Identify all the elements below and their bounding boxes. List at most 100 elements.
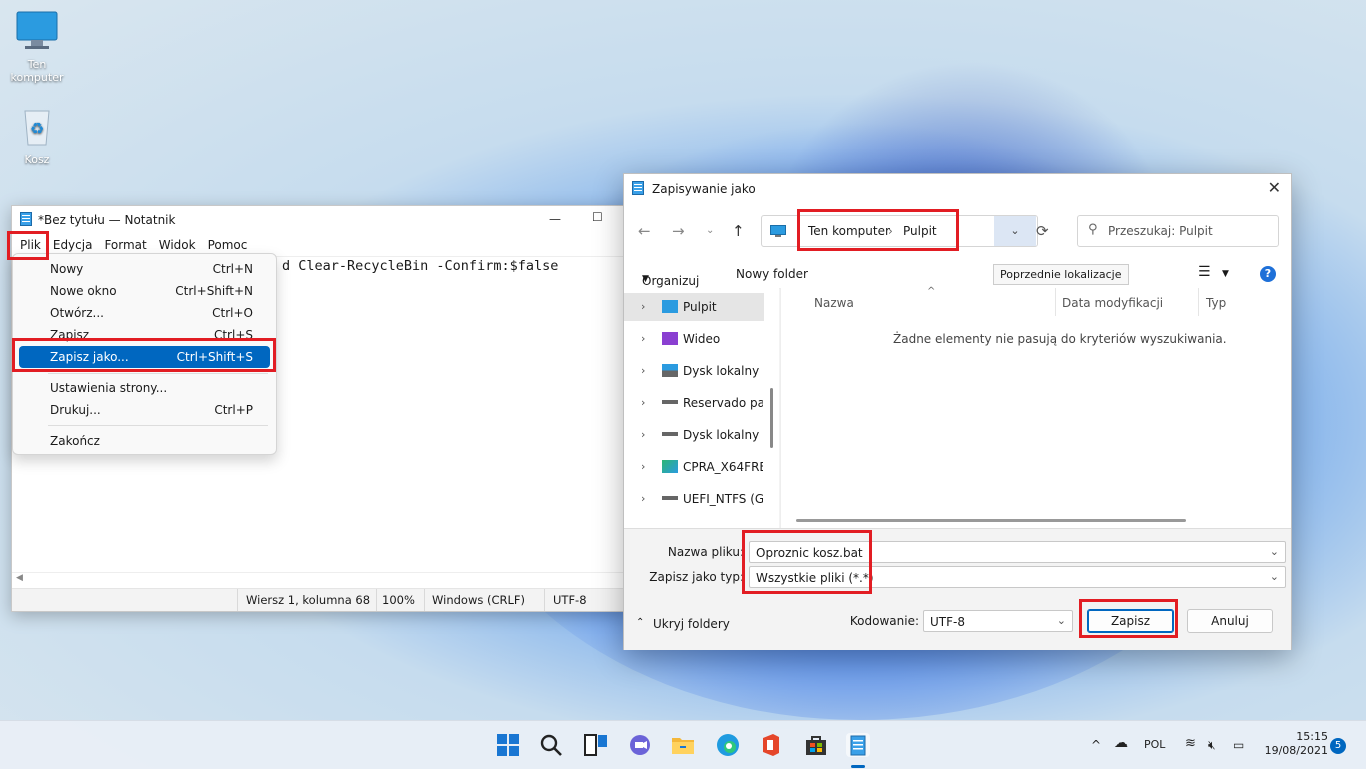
menu-view[interactable]: Widok [153, 238, 202, 252]
refresh-icon[interactable]: ⟳ [1036, 222, 1049, 240]
notepad-icon [20, 211, 32, 229]
chat-icon[interactable] [628, 733, 652, 757]
view-dropdown-icon[interactable]: ▼ [1222, 269, 1229, 279]
desktop-folder-icon [662, 300, 678, 313]
nav-item-cpra[interactable]: › CPRA_X64FRE_I [624, 453, 764, 481]
recycle-bin-icon: ♻ [2, 105, 72, 150]
file-menu-dropdown: Nowy Ctrl+N Nowe okno Ctrl+Shift+N Otwórz.… [12, 253, 277, 455]
dialog-titlebar: Zapisywanie jako ✕ [624, 174, 1291, 202]
nav-item-drive-e[interactable]: › Dysk lokalny (E [624, 421, 764, 449]
menu-item-page-setup[interactable]: Ustawienia strony... [19, 377, 270, 399]
chevron-right-icon: › [641, 332, 646, 345]
menu-item-save[interactable]: Zapisz Ctrl+S [19, 324, 270, 346]
menu-item-exit[interactable]: Zakończ [19, 430, 270, 452]
nav-item-uefi[interactable]: › UEFI_NTFS (G:) [624, 485, 764, 513]
battery-icon[interactable]: ▭ [1233, 738, 1244, 752]
menu-item-open[interactable]: Otwórz... Ctrl+O [19, 302, 270, 324]
nav-item-video[interactable]: › Wideo [624, 325, 764, 353]
svg-text:♻: ♻ [30, 119, 44, 138]
desktop-icon-label: Ten komputer [10, 58, 64, 84]
desktop-icon-this-pc[interactable]: Ten komputer [2, 10, 72, 84]
search-input[interactable]: Przeszukaj: Pulpit [1108, 224, 1213, 238]
chevron-right-icon: › [641, 492, 646, 505]
horizontal-scrollbar[interactable]: ◀ [12, 572, 627, 587]
address-bar[interactable]: Ten komputer › Pulpit ⌄ [761, 215, 1038, 247]
nav-item-desktop[interactable]: › Pulpit [624, 293, 764, 321]
dvd-drive-icon [662, 460, 678, 473]
taskbar: ^ ☁ POL ≋ 🔇︎ ▭ 15:15 19/08/2021 5 [0, 720, 1366, 769]
wifi-icon[interactable]: ≋ [1185, 736, 1196, 751]
status-line-endings: Windows (CRLF) [432, 593, 526, 607]
column-header-name[interactable]: Nazwa [814, 296, 854, 310]
notepad-icon [632, 180, 644, 198]
encoding-label: Kodowanie: [849, 614, 919, 628]
menu-format[interactable]: Format [98, 238, 152, 252]
search-box[interactable]: ⚲ Przeszukaj: Pulpit [1077, 215, 1279, 247]
up-arrow-icon[interactable]: ↑ [732, 222, 745, 240]
nav-item-drive-c[interactable]: › Dysk lokalny (C [624, 357, 764, 385]
maximize-icon[interactable]: ☐ [592, 210, 603, 224]
view-options-icon[interactable]: ☰ [1198, 264, 1211, 280]
column-header-date[interactable]: Data modyfikacji [1062, 296, 1163, 310]
menu-item-print[interactable]: Drukuj... Ctrl+P [19, 399, 270, 421]
cancel-button[interactable]: Anuluj [1187, 609, 1273, 633]
show-hidden-icons-icon[interactable]: ^ [1091, 738, 1101, 752]
chevron-up-icon[interactable]: ⌃ [636, 617, 644, 628]
edge-icon[interactable] [716, 733, 740, 757]
desktop-icon-recycle-bin[interactable]: ♻ Kosz [2, 105, 72, 166]
help-icon[interactable]: ? [1260, 266, 1276, 282]
monitor-icon [2, 10, 72, 55]
breadcrumb-this-pc[interactable]: Ten komputer [808, 224, 890, 238]
task-view-icon[interactable] [584, 733, 608, 757]
back-arrow-icon[interactable]: ← [638, 222, 651, 240]
menu-help[interactable]: Pomoc [202, 238, 254, 252]
language-indicator[interactable]: POL [1144, 738, 1165, 751]
notepad-text-area[interactable]: d Clear-RecycleBin -Confirm:$false [282, 258, 558, 274]
menu-file[interactable]: Plik [14, 238, 47, 252]
chevron-right-icon: › [641, 460, 646, 473]
chevron-down-icon: ⌄ [1269, 570, 1279, 583]
filetype-select[interactable]: Wszystkie pliki (*.*) ⌄ [749, 566, 1286, 588]
menu-item-new[interactable]: Nowy Ctrl+N [19, 258, 270, 280]
breadcrumb-desktop[interactable]: Pulpit [903, 224, 937, 238]
office-icon[interactable] [759, 733, 783, 757]
status-separator [376, 589, 377, 611]
status-separator [544, 589, 545, 611]
store-icon[interactable] [804, 733, 828, 757]
save-button[interactable]: Zapisz [1087, 609, 1174, 633]
column-header-type[interactable]: Typ [1206, 296, 1226, 310]
search-icon[interactable] [539, 733, 563, 757]
notification-badge[interactable]: 5 [1330, 738, 1346, 754]
status-separator [424, 589, 425, 611]
empty-message: Żadne elementy nie pasują do kryteriów w… [893, 332, 1227, 346]
new-folder-button[interactable]: Nowy folder [736, 267, 808, 281]
hide-folders-button[interactable]: Ukryj foldery [653, 617, 730, 631]
start-icon[interactable] [496, 733, 520, 757]
notepad-taskbar-icon[interactable] [846, 733, 870, 757]
filename-input[interactable]: Oproznic kosz.bat ⌄ [749, 541, 1286, 563]
recent-chevron-icon[interactable]: ⌄ [706, 225, 714, 236]
notepad-statusbar: Wiersz 1, kolumna 68 100% Windows (CRLF)… [12, 588, 627, 611]
scroll-left-icon[interactable]: ◀ [16, 573, 23, 583]
minimize-icon[interactable]: — [549, 212, 561, 226]
dialog-navigation-bar: ← → ⌄ ↑ Ten komputer › Pulpit ⌄ ⟳ ⚲ Prze… [624, 202, 1291, 260]
clock-time: 15:15 [1296, 730, 1328, 743]
close-icon[interactable]: ✕ [1268, 178, 1281, 197]
navigation-scrollbar[interactable] [770, 388, 773, 448]
menu-edit[interactable]: Edycja [47, 238, 99, 252]
clock[interactable]: 15:15 19/08/2021 [1260, 730, 1328, 758]
menu-item-new-window[interactable]: Nowe okno Ctrl+Shift+N [19, 280, 270, 302]
forward-arrow-icon[interactable]: → [672, 222, 685, 240]
cloud-icon[interactable]: ☁ [1114, 735, 1128, 751]
file-list-scrollbar[interactable] [796, 519, 1186, 522]
address-dropdown-icon[interactable]: ⌄ [994, 216, 1036, 246]
file-explorer-icon[interactable] [671, 733, 695, 757]
notepad-title: *Bez tytułu — Notatnik [38, 213, 176, 227]
encoding-select[interactable]: UTF-8 ⌄ [923, 610, 1073, 632]
chevron-right-icon: › [641, 300, 646, 313]
nav-item-reserved[interactable]: › Reservado para [624, 389, 764, 417]
menu-item-save-as[interactable]: Zapisz jako... Ctrl+Shift+S [19, 346, 270, 368]
volume-muted-icon[interactable]: 🔇︎ [1208, 738, 1216, 753]
video-folder-icon [662, 332, 678, 345]
pc-small-icon [770, 225, 786, 240]
